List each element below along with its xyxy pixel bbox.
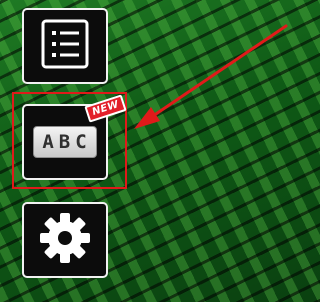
annotation-arrow: [134, 24, 288, 129]
